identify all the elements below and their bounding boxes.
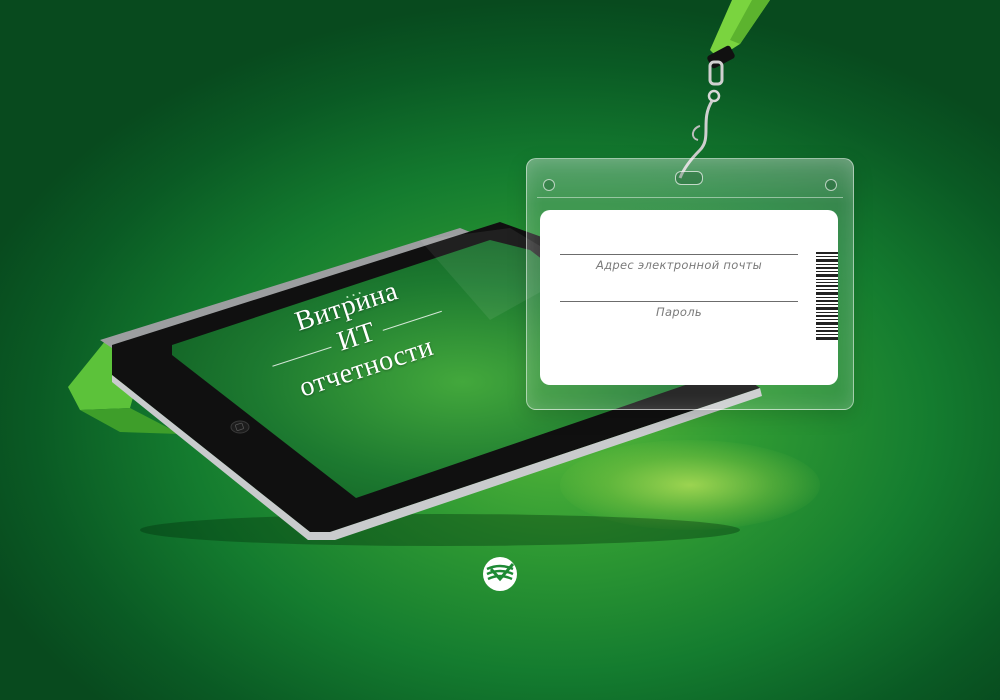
holder-hole-right xyxy=(825,179,837,191)
holder-hole-left xyxy=(543,179,555,191)
email-input[interactable] xyxy=(560,254,798,255)
email-field[interactable]: Адрес электронной почты xyxy=(560,254,798,272)
email-label: Адрес электронной почты xyxy=(595,258,763,272)
title-rule-right xyxy=(382,310,443,331)
login-card: Адрес электронной почты Пароль xyxy=(540,210,838,385)
sberbank-logo-icon[interactable] xyxy=(482,556,518,592)
holder-slot xyxy=(675,171,703,185)
holder-fold xyxy=(537,197,843,198)
password-input[interactable] xyxy=(560,301,798,302)
password-field[interactable]: Пароль xyxy=(560,301,798,319)
password-label: Пароль xyxy=(656,305,702,319)
barcode-icon xyxy=(816,252,838,340)
title-rule-left xyxy=(272,346,332,367)
